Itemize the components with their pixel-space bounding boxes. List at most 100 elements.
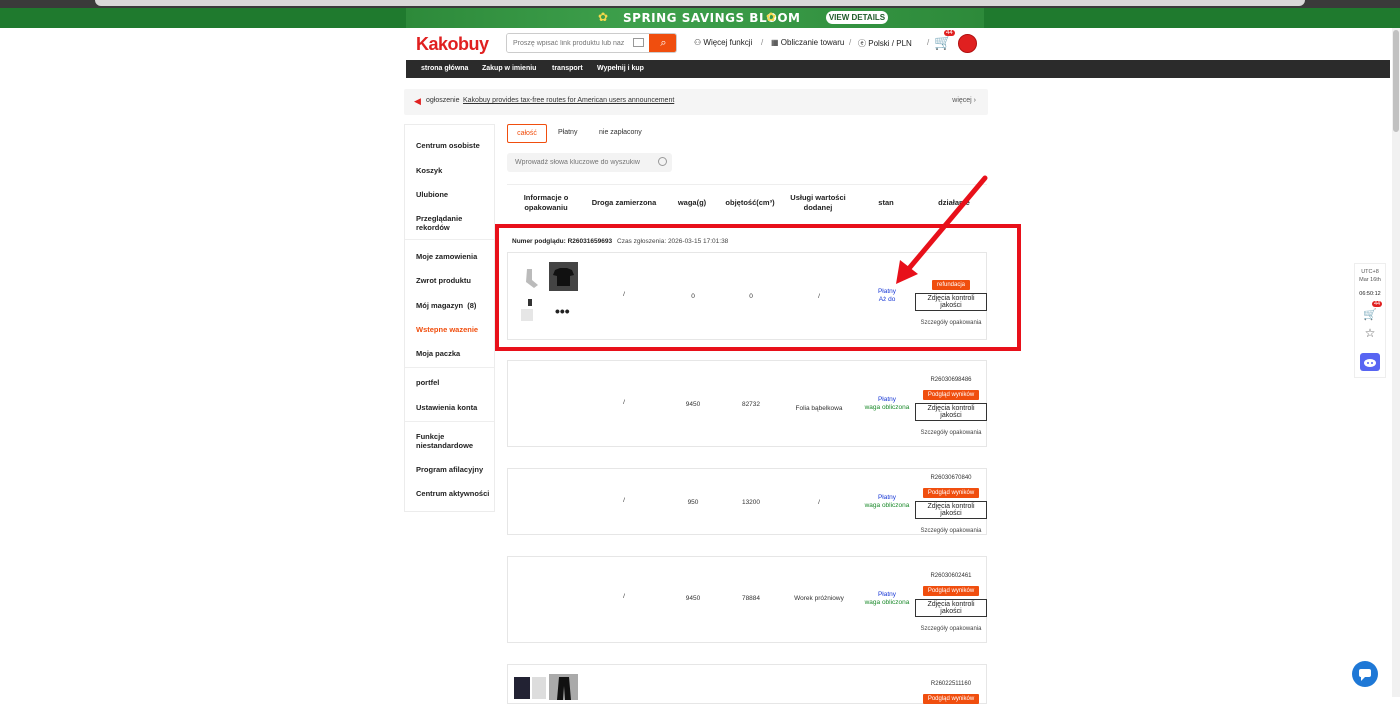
table-row: R26022511160 Podgląd wyników: [507, 664, 987, 704]
announcement-link[interactable]: Kakobuy provides tax-free routes for Ame…: [463, 97, 674, 104]
sidebar-item-my-package[interactable]: Moja paczka: [416, 349, 460, 358]
action-cell: R26030698486 Podgląd wyników Zdjęcia kon…: [914, 377, 988, 439]
status-badge: Płatny waga obliczona: [860, 591, 914, 607]
discord-icon[interactable]: [1360, 353, 1380, 371]
sidebar-item-product-return[interactable]: Zwrot produktu: [416, 276, 471, 285]
value-added-service: Folia bąbelkowa: [795, 405, 843, 412]
sidebar-item-activity-center[interactable]: Centrum aktywności: [416, 489, 489, 498]
order-number: R26030670840: [930, 475, 972, 481]
sidebar-item-favorites[interactable]: Ulubione: [416, 190, 448, 199]
column-header: objętość(cm³): [725, 198, 775, 207]
timezone-label: UTC+8: [1361, 269, 1379, 275]
product-search: ⌕: [506, 33, 677, 53]
weight-value: 9450: [685, 401, 701, 408]
flower-icon: ✿: [766, 10, 777, 24]
cart-icon[interactable]: 🛒: [1355, 308, 1385, 321]
sidebar-item-wallet[interactable]: portfel: [416, 378, 439, 387]
qc-photos-button[interactable]: Zdjęcia kontroli jakości: [915, 501, 987, 519]
value-added-service: Worek próżniowy: [794, 595, 844, 602]
value-added-service: /: [818, 499, 820, 506]
qc-photos-button[interactable]: Zdjęcia kontroli jakości: [915, 403, 987, 421]
product-thumbnail[interactable]: [532, 677, 546, 699]
cart-badge: 44: [944, 30, 955, 36]
product-search-input[interactable]: [507, 34, 631, 52]
intended-route: /: [623, 593, 625, 600]
order-number: R26030698486: [930, 377, 972, 383]
date-label: Mar 16th: [1359, 277, 1381, 283]
status-sublabel: waga obliczona: [864, 502, 910, 509]
action-cell: R26030602461 Podgląd wyników Zdjęcia kon…: [914, 573, 988, 635]
view-details-button[interactable]: VIEW DETAILS: [826, 11, 888, 24]
star-icon[interactable]: ☆: [1355, 326, 1385, 340]
scrollbar[interactable]: [1392, 28, 1400, 697]
keyword-search-input[interactable]: [507, 153, 652, 172]
order-number: R26030602461: [930, 573, 972, 579]
weight-value: 950: [687, 499, 699, 506]
volume-value: 13200: [741, 499, 761, 506]
search-icon[interactable]: [658, 157, 667, 166]
status-label: Płatny: [877, 591, 897, 598]
table-row: / 9450 78884 Worek próżniowy Płatny waga …: [507, 556, 987, 643]
language-label: Polski / PLN: [868, 39, 912, 48]
sidebar-item-cart[interactable]: Koszyk: [416, 166, 442, 175]
avatar[interactable]: [958, 34, 977, 53]
logo[interactable]: Kakobuy: [416, 34, 489, 55]
qc-photos-button[interactable]: Zdjęcia kontroli jakości: [915, 599, 987, 617]
nav-separator: /: [849, 38, 852, 47]
view-results-button[interactable]: Podgląd wyników: [922, 488, 980, 498]
view-results-button[interactable]: Podgląd wyników: [922, 694, 980, 704]
tab-paid[interactable]: Płatny: [558, 129, 577, 136]
package-details-link[interactable]: Szczegóły opakowania: [920, 626, 981, 632]
browser-top-strip: [0, 0, 1400, 8]
keyword-search: [507, 153, 672, 172]
search-button[interactable]: ⌕: [649, 34, 676, 52]
chat-icon[interactable]: [1352, 661, 1378, 687]
sidebar-item-my-warehouse[interactable]: Mój magazyn (8): [416, 301, 476, 310]
sidebar-item-browsing-history[interactable]: Przeglądanie rekordów: [416, 214, 476, 232]
order-number: R26022511160: [930, 681, 972, 687]
status-sublabel: waga obliczona: [864, 599, 910, 606]
status-label: Płatny: [877, 396, 897, 403]
view-results-button[interactable]: Podgląd wyników: [922, 390, 980, 400]
volume-value: 78884: [741, 595, 761, 602]
package-details-link[interactable]: Szczegóły opakowania: [920, 430, 981, 436]
action-cell: R26030670840 Podgląd wyników Zdjęcia kon…: [914, 475, 988, 537]
calculate-label: Obliczanie towaru: [780, 38, 845, 47]
menu-home[interactable]: strona główna: [421, 65, 468, 72]
tab-all[interactable]: całość: [507, 124, 547, 143]
sidebar-item-affiliate-program[interactable]: Program afilacyjny: [416, 465, 483, 474]
speaker-icon: ◀: [414, 96, 421, 106]
nav-separator: /: [761, 38, 764, 47]
sidebar-item-custom-functions[interactable]: Funkcje niestandardowe: [416, 432, 476, 450]
sidebar-item-preliminary-weighing[interactable]: Wstepne wazenie: [416, 325, 478, 334]
site-header: Kakobuy ⌕ ⚇ Więcej funkcji / ▦ Obliczani…: [0, 28, 1400, 60]
product-thumbnail[interactable]: [549, 674, 578, 700]
nav-separator: /: [927, 38, 930, 47]
sidebar-item-account-settings[interactable]: Ustawienia konta: [416, 403, 477, 412]
view-results-button[interactable]: Podgląd wyników: [922, 586, 980, 596]
more-functions-link[interactable]: ⚇ Więcej funkcji: [694, 38, 752, 47]
menu-fill-and-buy[interactable]: Wypełnij i kup: [597, 65, 644, 72]
warehouse-count: (8): [467, 301, 477, 310]
image-search-icon[interactable]: [633, 38, 644, 47]
arrow-annotation: [896, 175, 988, 284]
language-currency-selector[interactable]: ⓔ Polski / PLN: [858, 38, 912, 49]
action-cell: R26022511160 Podgląd wyników: [914, 681, 988, 705]
clock-label: 06:50:12: [1359, 291, 1381, 297]
sidebar-item-my-orders[interactable]: Moje zamowienia: [416, 252, 477, 261]
calculate-link[interactable]: ▦ Obliczanie towaru: [771, 38, 844, 47]
promo-banner[interactable]: ✿ SPRING SAVINGS BLOOM ✿ VIEW DETAILS: [0, 8, 1400, 28]
table-row: / 9450 82732 Folia bąbelkowa Płatny waga …: [507, 360, 987, 447]
weight-value: 9450: [685, 595, 701, 602]
more-link[interactable]: więcej ›: [952, 97, 976, 104]
intended-route: /: [623, 399, 625, 406]
status-sublabel: waga obliczona: [864, 404, 910, 411]
package-details-link[interactable]: Szczegóły opakowania: [920, 528, 981, 534]
tab-unpaid[interactable]: nie zapłacony: [599, 129, 642, 136]
menu-purchase-on-behalf[interactable]: Zakup w imieniu: [482, 65, 536, 72]
product-thumbnail[interactable]: [514, 677, 530, 699]
menu-transport[interactable]: transport: [552, 65, 583, 72]
cart-icon[interactable]: 🛒 44: [934, 30, 955, 51]
column-header: Informacje o opakowaniu: [523, 193, 569, 212]
sidebar-item-personal-center[interactable]: Centrum osobiste: [416, 141, 480, 150]
